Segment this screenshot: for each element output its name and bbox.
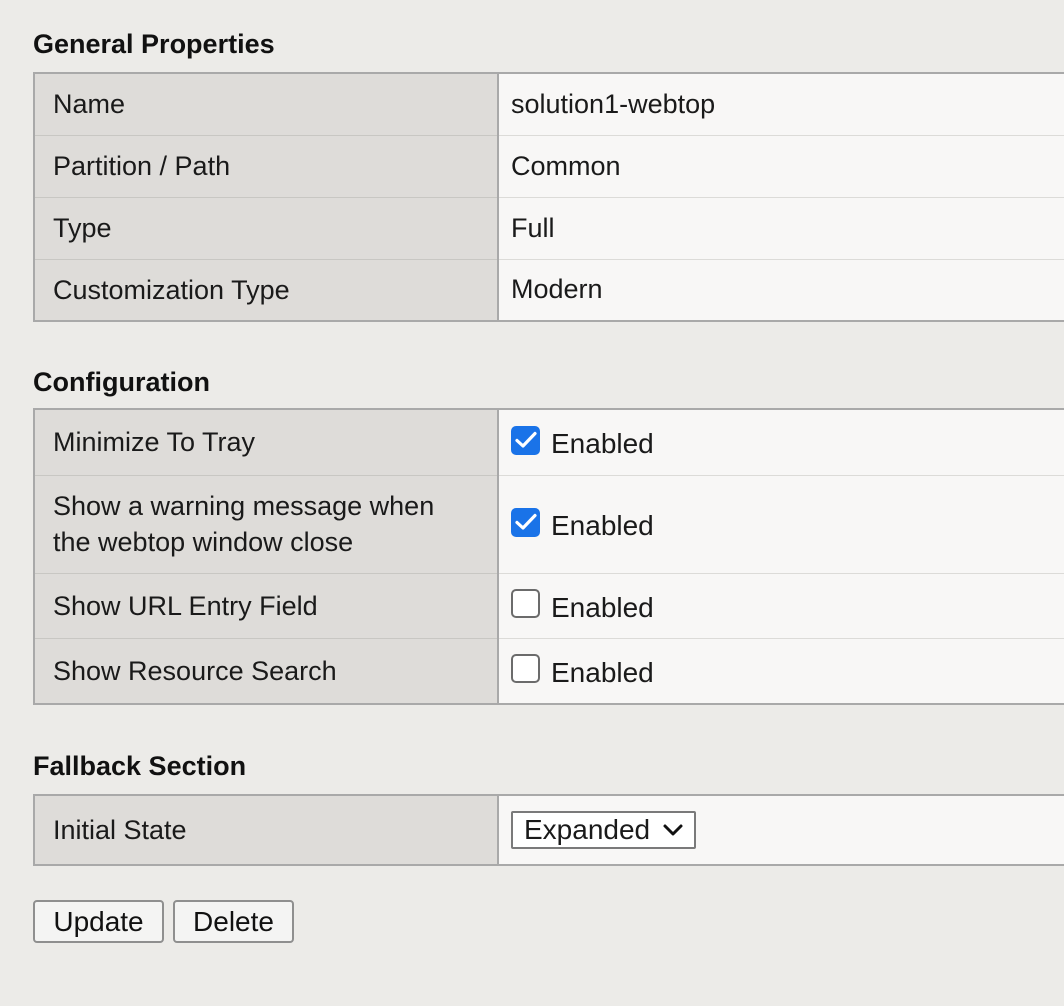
table-row: Minimize To Tray Enabled <box>34 409 1064 476</box>
type-label: Type <box>34 197 499 260</box>
warning-message-checkbox-label: Enabled <box>551 510 654 541</box>
update-button[interactable]: Update <box>33 900 164 943</box>
customization-type-value: Modern <box>498 259 1064 321</box>
initial-state-selected-value: Expanded <box>524 814 651 845</box>
table-row: Show Resource Search Enabled <box>34 638 1064 704</box>
warning-message-cell: Enabled <box>498 475 1064 574</box>
minimize-to-tray-control: Enabled <box>511 425 1064 460</box>
initial-state-cell: Expanded <box>498 795 1064 865</box>
warning-message-label-line1: Show a warning message when <box>53 491 435 521</box>
show-resource-search-checkbox[interactable] <box>511 654 540 684</box>
show-url-entry-field-control: Enabled <box>511 589 1064 623</box>
general-properties-table: Name solution1-webtop Partition / Path C… <box>33 72 1064 322</box>
table-row: Partition / Path Common <box>34 135 1064 198</box>
partition-path-label: Partition / Path <box>34 135 499 198</box>
warning-message-label: Show a warning message when the webtop w… <box>34 475 499 574</box>
table-row: Initial State Expanded <box>34 795 1064 865</box>
fallback-section-heading: Fallback Section <box>33 751 247 781</box>
webtop-properties-page: General Properties Name solution1-webtop… <box>0 0 1064 1006</box>
name-value: solution1-webtop <box>498 73 1064 136</box>
show-resource-search-label: Show Resource Search <box>34 638 499 704</box>
show-url-entry-field-checkbox[interactable] <box>511 589 540 618</box>
chevron-down-icon <box>662 823 684 837</box>
table-row: Customization Type Modern <box>34 259 1064 321</box>
warning-message-checkbox[interactable] <box>511 507 540 537</box>
check-icon <box>514 432 537 448</box>
minimize-to-tray-checkbox-label: Enabled <box>551 428 654 460</box>
table-row: Show a warning message when the webtop w… <box>34 475 1064 574</box>
check-icon <box>514 513 537 530</box>
table-row: Type Full <box>34 197 1064 260</box>
configuration-heading: Configuration <box>33 367 210 397</box>
table-row: Name solution1-webtop <box>34 73 1064 136</box>
show-resource-search-cell: Enabled <box>498 638 1064 704</box>
show-resource-search-control: Enabled <box>511 654 1064 688</box>
initial-state-label: Initial State <box>34 795 499 865</box>
show-url-entry-field-checkbox-label: Enabled <box>551 591 654 623</box>
fallback-section-table: Initial State Expanded <box>33 794 1064 866</box>
show-resource-search-checkbox-label: Enabled <box>551 656 654 688</box>
show-url-entry-field-label: Show URL Entry Field <box>34 573 499 639</box>
minimize-to-tray-cell: Enabled <box>498 409 1064 476</box>
warning-message-label-line2: the webtop window close <box>53 527 354 557</box>
warning-message-control: Enabled <box>511 507 1064 541</box>
name-label: Name <box>34 73 499 136</box>
customization-type-label: Customization Type <box>34 259 499 321</box>
configuration-table: Minimize To Tray Enabled Show a warning … <box>33 408 1064 705</box>
minimize-to-tray-label: Minimize To Tray <box>34 409 499 476</box>
type-value: Full <box>498 197 1064 260</box>
general-properties-heading: General Properties <box>33 29 275 59</box>
initial-state-select[interactable]: Expanded <box>511 811 697 849</box>
delete-button[interactable]: Delete <box>173 900 294 943</box>
show-url-entry-field-cell: Enabled <box>498 573 1064 639</box>
partition-path-value: Common <box>498 135 1064 198</box>
table-row: Show URL Entry Field Enabled <box>34 573 1064 639</box>
minimize-to-tray-checkbox[interactable] <box>511 425 540 455</box>
